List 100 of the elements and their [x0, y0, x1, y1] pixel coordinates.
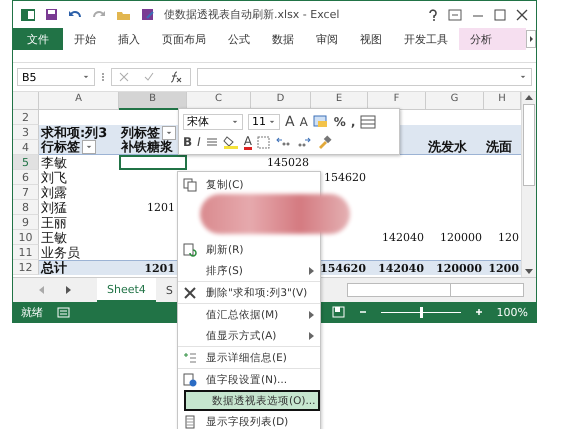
caret-icon: [85, 143, 93, 151]
shrink-font-button[interactable]: A: [300, 116, 308, 128]
caret-icon: [519, 73, 527, 81]
scroll-up-icon[interactable]: [525, 94, 533, 100]
format-painter-icon[interactable]: [316, 135, 333, 149]
menu-item[interactable]: 显示字段列表(D): [178, 411, 320, 429]
status-text: 就绪: [21, 304, 43, 320]
menu-item[interactable]: 刷新(R): [178, 239, 320, 260]
table-cell-text: 154620: [323, 170, 367, 185]
ribbon-tab[interactable]: 插入: [107, 28, 151, 50]
submenu-arrow-icon: [309, 310, 314, 318]
menu-item[interactable]: 显示详细信息(E): [178, 346, 320, 368]
close-icon[interactable]: [516, 8, 528, 20]
table-cell-text: 142040: [381, 230, 425, 245]
menu-item[interactable]: 数据透视表选项(O)...: [184, 390, 320, 411]
filter-dropdown[interactable]: [162, 126, 176, 140]
table-cell-text: 145028: [266, 155, 310, 170]
macro-record-icon[interactable]: [57, 306, 70, 318]
table-cell-text: 求和项:列3: [40, 125, 108, 140]
refresh-icon: [183, 242, 197, 256]
menu-item[interactable]: 复制(C): [178, 174, 320, 195]
maximize-icon[interactable]: [494, 8, 506, 20]
row-header[interactable]: 11: [13, 245, 39, 260]
window-title: 使数据透视表自动刷新.xlsx - Excel: [164, 7, 340, 22]
ribbon-tab[interactable]: 公式: [217, 28, 261, 50]
column-header[interactable]: G: [426, 92, 484, 110]
help-icon[interactable]: [428, 8, 438, 20]
zoom-in-icon[interactable]: [474, 308, 483, 316]
increase-decimal-icon[interactable]: [274, 136, 291, 148]
row-header[interactable]: 7: [13, 185, 39, 200]
table-cell-text: 李敏: [40, 155, 68, 170]
name-box[interactable]: B5: [17, 68, 95, 86]
ribbon-tab[interactable]: 视图: [349, 28, 393, 50]
conditional-format-icon[interactable]: [312, 114, 329, 128]
table-cell-text: 业务员: [40, 245, 81, 260]
detail-icon: [183, 350, 197, 364]
ribbon-display-icon[interactable]: [448, 8, 462, 20]
scrollbar-thumb[interactable]: [523, 104, 535, 186]
menu-item[interactable]: 值显示方式(A): [178, 325, 320, 346]
function-icon[interactable]: [168, 71, 183, 83]
font-color-button[interactable]: A: [244, 134, 252, 150]
border-icon[interactable]: [256, 136, 270, 148]
table-cell-text: 刘飞: [40, 170, 68, 185]
scroll-down-icon[interactable]: [525, 269, 533, 275]
column-header[interactable]: H: [484, 92, 521, 110]
percent-button[interactable]: %: [334, 116, 346, 128]
zoom-level[interactable]: 100%: [496, 306, 528, 318]
field-settings-icon: [183, 372, 197, 386]
table-format-icon[interactable]: [360, 114, 376, 128]
font-size-select[interactable]: 11: [248, 114, 280, 130]
filter-dropdown[interactable]: [82, 140, 96, 154]
sheet-tab[interactable]: Sheet4: [97, 278, 156, 302]
table-cell: 142040: [368, 260, 426, 275]
scroll-right-icon[interactable]: [526, 28, 536, 50]
horizontal-scrollbar[interactable]: [347, 283, 524, 297]
submenu-arrow-icon: [309, 332, 314, 340]
row-header[interactable]: 12: [13, 260, 39, 275]
ribbon-tab[interactable]: 审阅: [305, 28, 349, 50]
column-header[interactable]: B: [119, 92, 187, 110]
ribbon-tab[interactable]: 文件: [13, 28, 63, 50]
row-header[interactable]: 2: [13, 110, 39, 125]
row-header[interactable]: 8: [13, 200, 39, 215]
copy-icon: [183, 178, 197, 192]
save-icon[interactable]: [45, 8, 58, 21]
font-select[interactable]: 宋体: [183, 114, 243, 130]
ribbon-tab[interactable]: 数据: [261, 28, 305, 50]
next-sheet-icon[interactable]: [66, 286, 72, 294]
row-header[interactable]: 5: [13, 155, 39, 170]
active-cell[interactable]: [119, 155, 187, 170]
table-cell-text: 王丽: [40, 215, 68, 230]
ribbon-tab[interactable]: 开发工具: [393, 28, 459, 50]
column-header[interactable]: A: [39, 92, 119, 110]
table-cell: 洗发水: [426, 140, 484, 155]
check-icon[interactable]: [144, 72, 154, 82]
row-header[interactable]: 4: [13, 140, 39, 155]
menu-item[interactable]: 删除"求和项:列3"(V): [178, 281, 320, 303]
ribbon-tab[interactable]: 页面布局: [151, 28, 217, 50]
fill-color-icon[interactable]: [222, 135, 239, 149]
table-cell-text: 刘露: [40, 185, 68, 200]
row-header[interactable]: 10: [13, 230, 39, 245]
comma-button[interactable]: ,: [350, 116, 356, 128]
table-cell-text: 王敏: [40, 230, 68, 245]
formula-field[interactable]: [197, 68, 532, 86]
row-header[interactable]: 3: [13, 125, 39, 140]
table-cell-text: 刘猛: [40, 200, 68, 215]
column-header[interactable]: F: [368, 92, 426, 110]
ribbon-tab[interactable]: 开始: [63, 28, 107, 50]
menu-item[interactable]: 值汇总依据(M): [178, 303, 320, 325]
table-cell-text: 120000: [439, 230, 483, 245]
ribbon-tab[interactable]: 分析: [459, 28, 526, 50]
decrease-decimal-icon[interactable]: [296, 136, 312, 148]
page-break-view-icon[interactable]: [332, 306, 345, 318]
italic-button[interactable]: I: [197, 136, 201, 148]
row-header[interactable]: 9: [13, 215, 39, 230]
excel-logo-icon: [21, 8, 35, 22]
row-header[interactable]: 6: [13, 170, 39, 185]
grow-font-button[interactable]: A: [285, 116, 295, 128]
save-as-icon[interactable]: [141, 8, 154, 21]
align-icon[interactable]: [206, 136, 218, 148]
more-icon: [101, 71, 105, 83]
